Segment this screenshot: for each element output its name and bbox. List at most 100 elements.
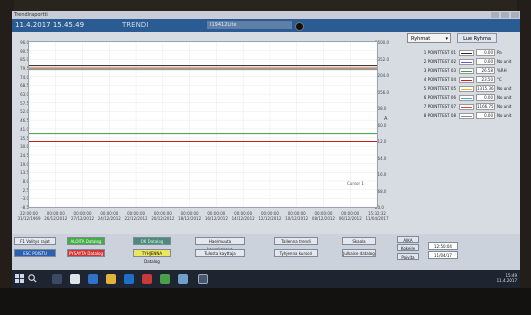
y-left-tick-label: 79.5	[20, 66, 29, 72]
window-titlebar: Trendiraportti	[12, 11, 520, 19]
group-select-value: Ryhmat	[411, 36, 431, 42]
y-right-tick-label: 908.0	[375, 106, 387, 111]
app-green-icon[interactable]	[160, 274, 170, 284]
test-button[interactable]: Kokeile	[397, 244, 419, 251]
legend-color-swatch	[459, 104, 474, 110]
app-red-icon[interactable]	[142, 274, 152, 284]
x-tick-label: 00:00:00 26/12/2012	[44, 211, 68, 221]
windows-taskbar: 15:49 11.4.2017	[12, 270, 520, 288]
taskbar-clock[interactable]: 15:49 11.4.2017	[497, 273, 517, 283]
legend-value: 1315.36	[476, 85, 495, 92]
y-right-tick-label: 612.0	[375, 139, 387, 144]
legend-row[interactable]: 4 POINTTEST 04 23.50 °C	[412, 76, 516, 84]
legend-unit: No unit	[497, 113, 512, 118]
legend-row[interactable]: 7 POINTTEST 07 1166.75 No unit	[412, 103, 516, 111]
legend-row[interactable]: 8 POINTTEST 08 0.00 No unit	[412, 112, 516, 120]
save-trend-button[interactable]: Tallenna trendi	[274, 237, 318, 245]
legend-row[interactable]: 5 POINTTEST 05 1315.36 No unit	[412, 85, 516, 93]
active-app-icon[interactable]	[198, 274, 208, 284]
y-left-tick-label: 85.0	[20, 57, 29, 63]
legend-color-swatch	[459, 113, 474, 119]
clear-datalog-button[interactable]: TYHJENNA Datalog	[133, 249, 171, 264]
legend-value: 23.50	[476, 76, 495, 83]
print-user-button[interactable]: Tulosta kayttaja	[195, 249, 245, 257]
maximize-icon[interactable]	[501, 12, 509, 18]
x-tick-label: 00:00:00 20/12/2012	[151, 211, 175, 221]
stop-datalog-button[interactable]: PYSAYTA Datalog	[67, 249, 105, 257]
search-icon[interactable]	[27, 273, 38, 284]
app-header: 11.4.2017 15.45.49 TRENDI I19412Lite	[12, 19, 520, 32]
legend-row[interactable]: 6 POINTTEST 06 0.00 No unit	[412, 94, 516, 102]
x-tick-label: 00:00:00 06/12/2012	[338, 211, 362, 221]
legend-unit: °C	[497, 77, 502, 82]
y-left-tick-label: 2.5	[22, 187, 29, 193]
y-left-tick-label: 30.0	[20, 144, 29, 150]
legend-row[interactable]: 2 POINTTEST 02 0.00 No unit	[412, 58, 516, 66]
legend-unit: No unit	[497, 95, 512, 100]
y-right-tick-label: 168.0	[375, 188, 387, 194]
group-select[interactable]: Ryhmat ▾	[407, 33, 451, 43]
legend-unit: No unit	[497, 59, 512, 64]
time-field[interactable]: 12:50:04	[428, 242, 458, 250]
y-right-tick-label: 760.0	[375, 122, 387, 128]
legend-color-swatch	[459, 50, 474, 56]
y-left-tick-label: 35.5	[20, 135, 29, 141]
x-tick-label: 00:00:00 12/12/2012	[258, 211, 282, 221]
read-group-button[interactable]: Lue Ryhma	[457, 33, 497, 43]
y-right-tick-label: 1056.0	[375, 89, 389, 95]
y-right-tick-label: 1352.0	[375, 56, 389, 62]
legend-value: 26.58	[476, 67, 495, 74]
window-buttons	[491, 12, 519, 18]
y-left-tick-label: 24.5	[20, 152, 29, 158]
date-field[interactable]: 11/04/17	[428, 251, 458, 259]
legend-series-name: 5 POINTTEST 05	[423, 86, 456, 91]
x-tick-label: 15:32:32 11/04/2017	[365, 211, 389, 221]
y-left-tick-label: 8.0	[22, 178, 29, 184]
exit-button[interactable]: ESC POISTU	[14, 249, 56, 257]
windows-start-icon[interactable]	[15, 274, 24, 283]
trend-plot[interactable]	[28, 41, 378, 208]
y-right-tick-label: 1500.0	[375, 40, 389, 45]
y-axis-side-label: A	[384, 116, 388, 122]
app-blue-icon[interactable]	[178, 274, 188, 284]
publish-datalog-button[interactable]: Julkaise datalog	[342, 249, 376, 257]
start-datalog-button[interactable]: ALOITA Datalog	[67, 237, 105, 245]
legend-row[interactable]: 3 POINTTEST 03 26.58 %RH	[412, 67, 516, 75]
edge-browser-icon[interactable]	[88, 274, 98, 284]
status-indicator-icon	[295, 22, 304, 31]
close-icon[interactable]	[511, 12, 519, 18]
file-explorer-icon[interactable]	[106, 274, 116, 284]
store-icon[interactable]	[70, 274, 80, 284]
y-left-tick-label: 74.0	[20, 74, 29, 80]
x-tick-label: 00:00:00 08/12/2012	[311, 211, 335, 221]
y-left-tick-label: 57.5	[20, 100, 29, 106]
ok-datalog-button[interactable]: OK Datalog	[133, 237, 171, 245]
y-left-tick-label: -8.5	[21, 205, 29, 210]
scale-button[interactable]: Skaala	[342, 237, 376, 245]
clear-cursor-button[interactable]: Tyhjenna kursori	[274, 249, 318, 257]
update-button[interactable]: Paivita	[397, 253, 419, 260]
legend-series-name: 6 POINTTEST 06	[423, 95, 456, 100]
legend-unit: No unit	[497, 86, 512, 91]
task-view-icon[interactable]	[52, 274, 62, 284]
legend-color-swatch	[459, 95, 474, 101]
limits-button[interactable]: F1 Valitys rajat	[14, 237, 56, 245]
legend-value: 1166.75	[476, 103, 495, 110]
window-title: Trendiraportti	[14, 12, 48, 18]
outlook-icon[interactable]	[124, 274, 134, 284]
header-tag: I19412Lite	[207, 21, 292, 29]
x-tick-label: 00:00:00 24/12/2012	[97, 211, 121, 221]
x-tick-label: 00:00:00 16/12/2012	[204, 211, 228, 221]
y-left-tick-label: 68.5	[20, 83, 29, 89]
legend-color-swatch	[459, 86, 474, 92]
legend-series-name: 7 POINTTEST 07	[423, 104, 456, 109]
select-channel-button[interactable]: Hae/muuta kayrakanava	[195, 237, 245, 252]
time-button[interactable]: AIKA	[397, 236, 419, 243]
y-left-tick-label: 52.0	[20, 109, 29, 115]
legend-series-name: 2 POINTTEST 02	[423, 59, 456, 64]
legend-color-swatch	[459, 77, 474, 83]
legend-row[interactable]: 1 POINTTEST 01 0.00 Pa	[412, 49, 516, 57]
minimize-icon[interactable]	[491, 12, 499, 18]
legend-color-swatch	[459, 59, 474, 65]
legend-unit: %RH	[497, 68, 507, 73]
